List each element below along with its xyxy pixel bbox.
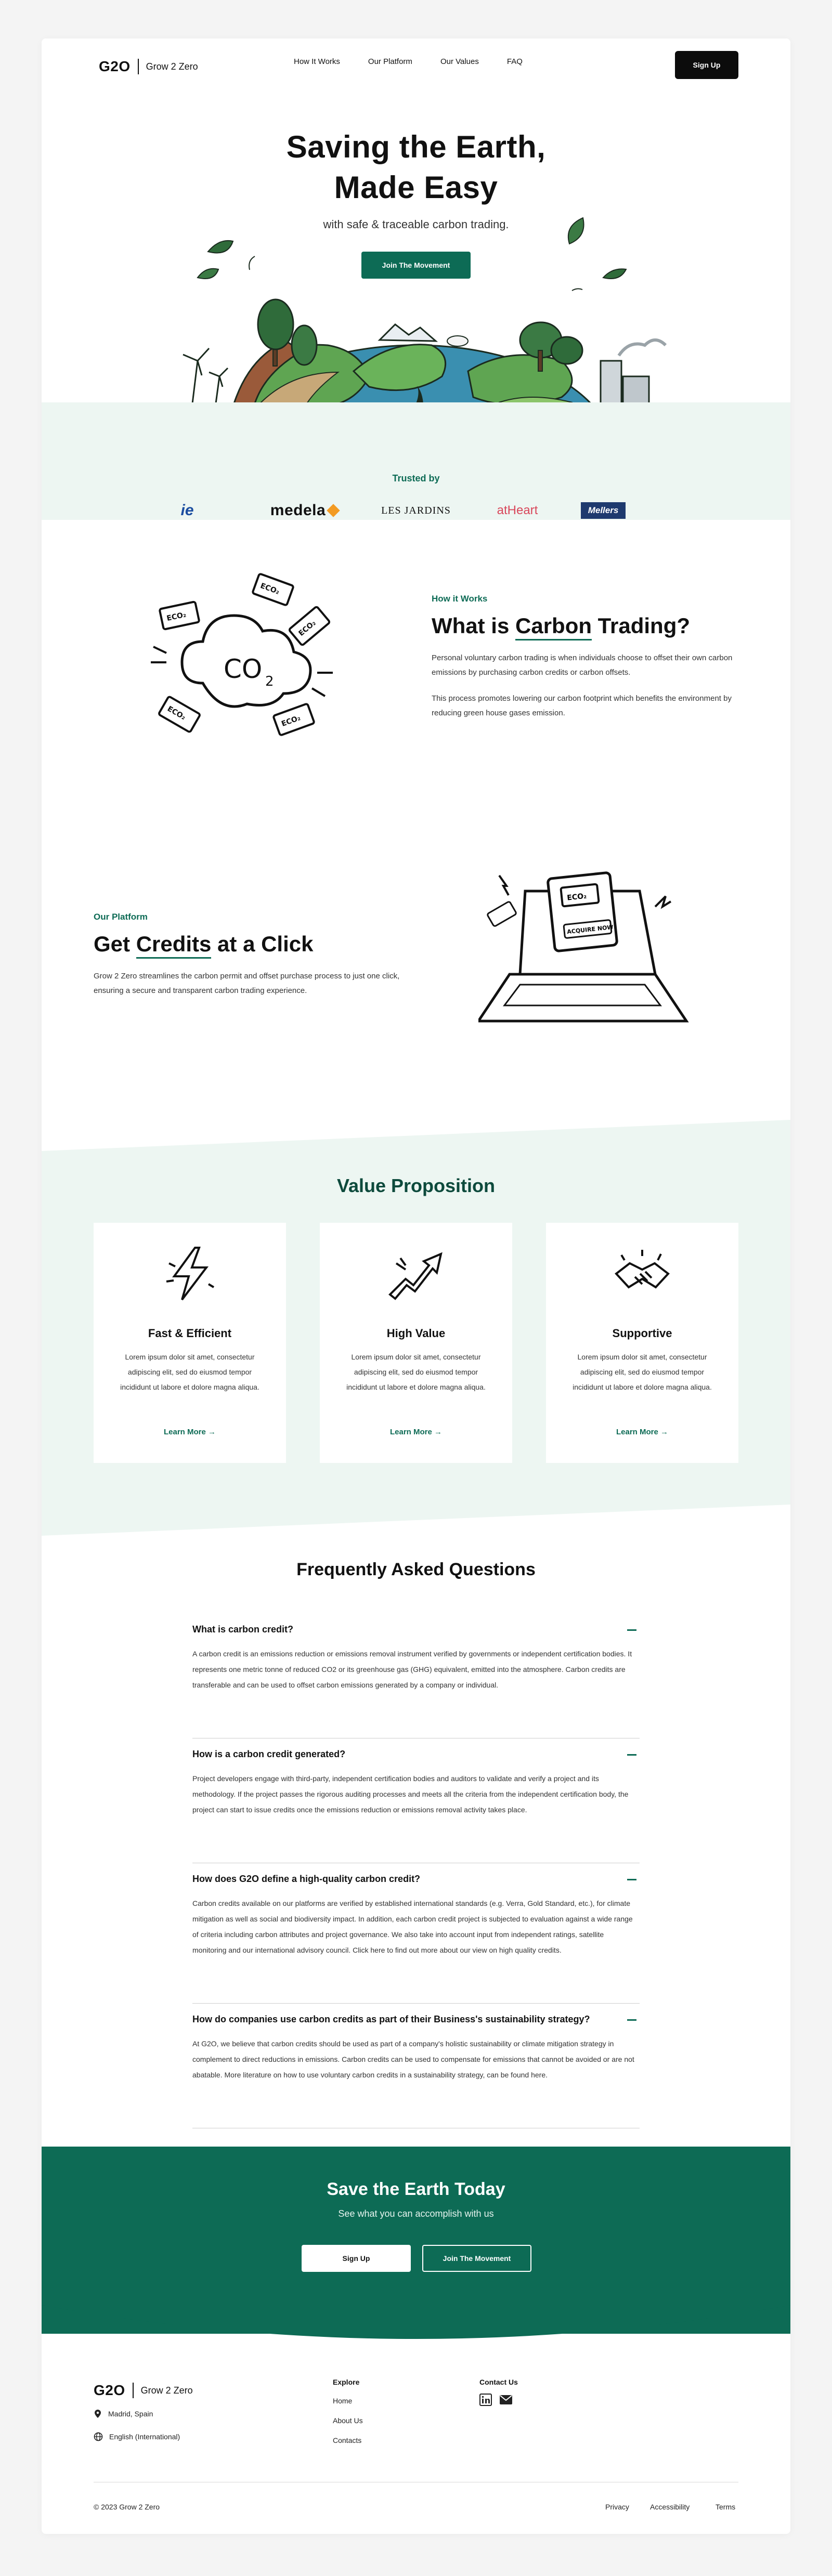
faq-question[interactable]: What is carbon credit?: [192, 1624, 293, 1635]
trusted-logos: ie medela LES JARDINS atHeart Mellers: [42, 500, 790, 521]
platform-section: Our Platform Get Credits at a Click Grow…: [94, 912, 406, 998]
value-card-high-value: High Value Lorem ipsum dolor sit amet, c…: [320, 1223, 512, 1463]
faq-answer: Carbon credits available on our platform…: [192, 1899, 633, 1954]
learn-more-link[interactable]: Learn More →: [320, 1428, 512, 1436]
page-card: G2O Grow 2 Zero How It Works Our Platfor…: [42, 38, 790, 2534]
how-paragraph-2: This process promotes lowering our carbo…: [432, 694, 732, 717]
faq-question[interactable]: How does G2O define a high-quality carbo…: [192, 1874, 420, 1885]
value-proposition-title: Value Proposition: [336, 1175, 496, 1196]
nav-links: How It Works Our Platform Our Values FAQ: [294, 57, 523, 66]
faq-question[interactable]: How do companies use carbon credits as p…: [192, 2014, 590, 2025]
value-card-title: High Value: [386, 1327, 446, 1340]
faq-item: How do companies use carbon credits as p…: [192, 2014, 640, 2128]
co2-cloud-illustration: CO 2 ECO₂ ECO₂ ECO₂ ECO₂ ECO₂: [151, 573, 333, 736]
email-icon[interactable]: [499, 2395, 513, 2405]
logo-mark: G2O: [99, 58, 131, 74]
globe-icon: [94, 2432, 103, 2441]
footer-link-terms[interactable]: Terms: [716, 2503, 735, 2511]
faq-item: How does G2O define a high-quality carbo…: [192, 1874, 640, 2004]
partner-logo-les-jardins: LES JARDINS: [381, 504, 451, 516]
cta-subtitle: See what you can accomplish with us: [338, 2208, 494, 2219]
nav-link-our-values[interactable]: Our Values: [440, 57, 479, 66]
logo-divider: [137, 59, 139, 74]
footer-language[interactable]: English (International): [94, 2432, 180, 2441]
collapse-icon[interactable]: [627, 1629, 636, 1631]
collapse-icon[interactable]: [627, 2019, 636, 2021]
faq-question[interactable]: How is a carbon credit generated?: [192, 1749, 345, 1760]
partner-logo-atheart: atHeart: [497, 503, 538, 517]
logo-divider: [132, 2383, 134, 2398]
footer-link-home[interactable]: Home: [333, 2397, 352, 2405]
collapse-icon[interactable]: [627, 1754, 636, 1756]
footer-location: Madrid, Spain: [94, 2409, 153, 2418]
partner-logo-ie: ie: [180, 502, 194, 519]
value-card-supportive: Supportive Lorem ipsum dolor sit amet, c…: [546, 1223, 738, 1463]
platform-tag: Our Platform: [94, 912, 148, 922]
how-paragraph-1: Personal voluntary carbon trading is whe…: [432, 653, 733, 677]
sign-up-button[interactable]: Sign Up: [675, 51, 738, 79]
platform-paragraph: Grow 2 Zero streamlines the carbon permi…: [94, 972, 400, 995]
value-card-text: Lorem ipsum dolor sit amet, consectetur …: [346, 1353, 486, 1391]
location-pin-icon: [95, 2410, 101, 2418]
value-card-title: Fast & Efficient: [148, 1327, 232, 1340]
footer-copyright: © 2023 Grow 2 Zero: [94, 2503, 160, 2511]
footer-link-accessibility[interactable]: Accessibility: [650, 2503, 690, 2511]
faq-divider: [192, 2003, 640, 2004]
value-card-text: Lorem ipsum dolor sit amet, consectetur …: [120, 1353, 259, 1391]
trusted-section: Trusted by ie medela LES JARDINS atHeart…: [42, 402, 790, 520]
partner-logo-medela: medela: [257, 500, 351, 521]
faq-item: How is a carbon credit generated? Projec…: [192, 1749, 640, 1863]
lightning-icon: [166, 1247, 215, 1301]
laptop-illustration: ECO₂ ACQUIRE NOW: [478, 871, 689, 1023]
value-card-fast: Fast & Efficient Lorem ipsum dolor sit a…: [94, 1223, 286, 1463]
linkedin-icon[interactable]: [479, 2394, 492, 2406]
brand-logo[interactable]: G2O Grow 2 Zero: [99, 58, 198, 75]
svg-text:2: 2: [265, 674, 274, 689]
logo-mark: G2O: [94, 2382, 125, 2398]
top-nav: G2O Grow 2 Zero How It Works Our Platfor…: [42, 38, 790, 90]
nav-link-our-platform[interactable]: Our Platform: [368, 57, 412, 66]
cta-sign-up-button[interactable]: Sign Up: [302, 2245, 411, 2272]
nav-link-faq[interactable]: FAQ: [507, 57, 523, 66]
value-card-text: Lorem ipsum dolor sit amet, consectetur …: [573, 1353, 712, 1391]
collapse-icon[interactable]: [627, 1879, 636, 1880]
learn-more-link[interactable]: Learn More →: [94, 1428, 286, 1436]
platform-title: Get Credits at a Click: [94, 932, 406, 959]
svg-text:CO: CO: [224, 654, 262, 684]
faq-answer: Project developers engage with third-par…: [192, 1774, 629, 1814]
footer-link-about-us[interactable]: About Us: [333, 2416, 363, 2425]
partner-logo-mellers: Mellers: [575, 500, 632, 521]
cta-join-button[interactable]: Join The Movement: [422, 2245, 531, 2272]
logo-name: Grow 2 Zero: [146, 61, 198, 72]
logo-name: Grow 2 Zero: [140, 2385, 193, 2396]
faq-answer: At G2O, we believe that carbon credits s…: [192, 2039, 634, 2079]
faq-item: What is carbon credit? A carbon credit i…: [192, 1624, 640, 1738]
learn-more-link[interactable]: Learn More →: [546, 1428, 738, 1436]
nav-link-how-it-works[interactable]: How It Works: [294, 57, 340, 66]
footer-explore-title: Explore: [333, 2378, 360, 2386]
how-it-works-section: How it Works What is Carbon Trading? Per…: [432, 594, 754, 721]
footer-contact-title: Contact Us: [479, 2378, 518, 2386]
footer-link-privacy[interactable]: Privacy: [605, 2503, 629, 2511]
cta-curve: [42, 2295, 790, 2339]
faq-title: Frequently Asked Questions: [296, 1560, 536, 1579]
trusted-title: Trusted by: [392, 473, 440, 483]
how-tag: How it Works: [432, 594, 488, 604]
hero-title-line-1: Saving the Earth,: [286, 129, 546, 164]
handshake-icon: [615, 1250, 670, 1289]
cta-title: Save the Earth Today: [327, 2179, 505, 2199]
growth-arrow-icon: [388, 1252, 443, 1300]
value-card-title: Supportive: [612, 1327, 672, 1340]
how-title: What is Carbon Trading?: [432, 613, 754, 640]
faq-answer: A carbon credit is an emissions reductio…: [192, 1650, 632, 1689]
footer-logo[interactable]: G2O Grow 2 Zero: [94, 2382, 193, 2399]
footer-link-contacts[interactable]: Contacts: [333, 2436, 361, 2444]
